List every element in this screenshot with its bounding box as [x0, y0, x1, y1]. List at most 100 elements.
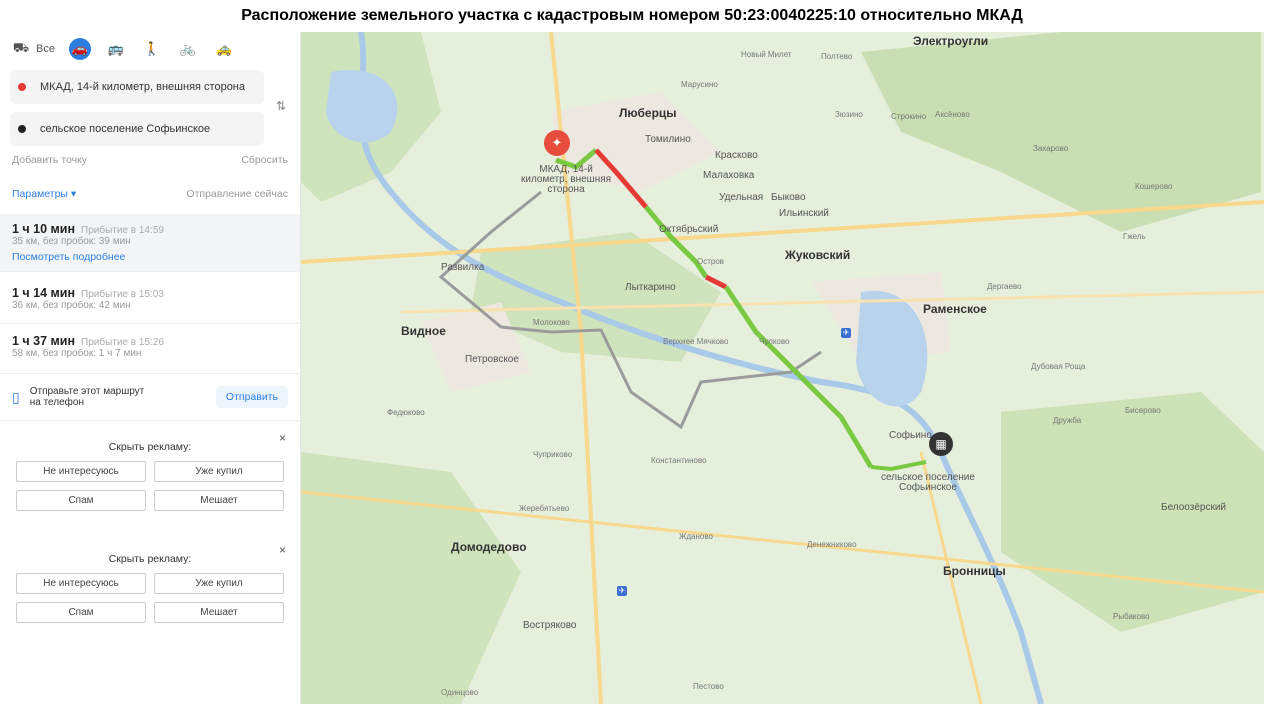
forest-area	[861, 32, 1261, 232]
map-label: Дружба	[1053, 416, 1082, 425]
ad-hide-title: Скрыть рекламу:	[108, 553, 192, 565]
route-option-2[interactable]: 1 ч 14 мин Прибытие в 15:03 36 км, без пр…	[0, 272, 300, 324]
map-label: Одинцово	[441, 688, 479, 697]
airport-icon: ✈	[841, 328, 851, 338]
map-label: Чулково	[759, 337, 790, 346]
ad-option-already-bought[interactable]: Уже купил	[154, 461, 284, 482]
map-label: Жданово	[679, 532, 713, 541]
route-time: 1 ч 37 мин	[12, 334, 76, 348]
map-canvas[interactable]: Электроугли Новый Милет Полтево Марусино…	[301, 32, 1264, 704]
mode-all-label: Все	[36, 43, 55, 55]
map-label: Октябрьский	[659, 224, 719, 235]
route-panel: ⛟ Все 🚗 🚌 🚶 🚲 🚕 МКАД, 14-й километр, внеш…	[0, 32, 301, 704]
ad-option-spam[interactable]: Спам	[16, 602, 146, 623]
ad-option-already-bought[interactable]: Уже купил	[154, 573, 284, 594]
mode-car[interactable]: 🚗	[68, 38, 91, 60]
mode-taxi[interactable]: 🚕	[213, 38, 235, 60]
mode-all[interactable]: ⛟ Все	[10, 38, 55, 60]
map-label: Томилино	[645, 134, 691, 145]
transport-modes: ⛟ Все 🚗 🚌 🚶 🚲 🚕	[0, 32, 300, 66]
map-label: Лыткарино	[625, 282, 676, 293]
map-label: Строкино	[891, 112, 927, 121]
route-details: 36 км, без пробок: 42 мин	[12, 300, 131, 311]
route-option-3[interactable]: 1 ч 37 мин Прибытие в 15:26 58 км, без пр…	[0, 324, 300, 374]
main-route-fast	[870, 460, 927, 472]
mode-walk[interactable]: 🚶	[141, 38, 163, 60]
close-icon[interactable]: ×	[279, 543, 286, 557]
ad-hide-block-1: × Скрыть рекламу: Не интересуюсь Уже куп…	[12, 431, 288, 521]
pin-b-label: сельское поселение Софьинское	[881, 473, 975, 493]
ad-option-annoying[interactable]: Мешает	[154, 602, 284, 623]
params-dropdown[interactable]: Параметры ▾	[12, 188, 76, 200]
map-label: Остров	[697, 257, 725, 266]
map-label: Гжель	[1123, 232, 1146, 241]
point-b-field[interactable]: сельское поселение Софьинское	[10, 112, 264, 146]
map-label: Чуприково	[533, 450, 573, 459]
route-more-link[interactable]: Посмотреть подробнее	[12, 251, 288, 263]
mode-bike[interactable]: 🚲	[177, 38, 199, 60]
departure-select[interactable]: Отправление сейчас	[186, 188, 288, 200]
ad-option-not-interested[interactable]: Не интересуюсь	[16, 461, 146, 482]
map-label: Востряково	[523, 620, 577, 631]
phone-icon: ▯	[12, 388, 20, 405]
page-title: Расположение земельного участка с кадаст…	[241, 7, 1023, 24]
bus-icon: 🚌	[107, 41, 125, 56]
map-label: Новый Милет	[741, 50, 792, 59]
swap-points-icon[interactable]: ⇅	[276, 99, 286, 113]
reset-link[interactable]: Сбросить	[241, 154, 288, 166]
map-label: Верхнее Мячково	[663, 337, 729, 346]
map-label: Белоозёрский	[1161, 502, 1227, 513]
route-time: 1 ч 14 мин	[12, 286, 76, 300]
forest-area	[301, 452, 521, 704]
map-label: Жуковский	[785, 248, 851, 262]
route-option-1[interactable]: 1 ч 10 мин Прибытие в 14:59 35 км, без пр…	[0, 214, 300, 272]
ad-option-spam[interactable]: Спам	[16, 490, 146, 511]
point-a-field[interactable]: МКАД, 14-й километр, внешняя сторона	[10, 70, 264, 104]
add-point-link[interactable]: Добавить точку	[12, 154, 87, 166]
route-end-pin-icon[interactable]: ▦	[929, 432, 953, 456]
route-arrival: Прибытие в 15:03	[81, 289, 164, 300]
map-label: Захарово	[1033, 144, 1069, 153]
send-button[interactable]: Отправить	[215, 386, 288, 408]
map-label: Аксёново	[935, 110, 970, 119]
ad-option-not-interested[interactable]: Не интересуюсь	[16, 573, 146, 594]
route-arrival: Прибытие в 15:26	[81, 337, 164, 348]
map-label: Раменское	[923, 302, 987, 316]
send-text-line2: на телефон	[29, 397, 84, 408]
map-label: Дубовая Роща	[1031, 362, 1086, 371]
route-details: 58 км, без пробок: 1 ч 7 мин	[12, 348, 142, 359]
send-to-phone: ▯ Отправьте этот маршрут на телефон Отпр…	[0, 374, 300, 421]
pedestrian-icon: 🚶	[143, 41, 161, 56]
map-label: Быково	[771, 192, 806, 203]
bicycle-icon: 🚲	[179, 41, 197, 56]
map-label: Кошерово	[1135, 182, 1173, 191]
map-label: Развилка	[441, 262, 485, 273]
map-label: Софьино	[889, 430, 932, 441]
ad-option-annoying[interactable]: Мешает	[154, 490, 284, 511]
map-label: Домодедово	[451, 540, 527, 554]
map-label: Жеребятьево	[519, 504, 570, 513]
map-svg	[301, 32, 1264, 704]
close-icon[interactable]: ×	[279, 431, 286, 445]
route-start-pin-icon[interactable]: ✦	[544, 130, 570, 156]
map-label: Полтево	[821, 52, 853, 61]
map-label: Денежниково	[807, 540, 857, 549]
map-label: Удельная	[719, 192, 764, 203]
mode-bus[interactable]: 🚌	[105, 38, 127, 60]
pin-b-label-line: Софьинское	[898, 482, 957, 493]
pin-a-label: МКАД, 14-й километр, внешняя сторона	[521, 165, 611, 195]
map-label: Бронницы	[943, 564, 1006, 578]
taxi-icon: 🚕	[215, 41, 233, 56]
route-details: 35 км, без пробок: 39 мин	[12, 236, 131, 247]
map-label: Петровское	[465, 354, 519, 365]
map-label: Ильинский	[779, 208, 829, 219]
pin-a-label-line: сторона	[547, 184, 585, 195]
point-a-text: МКАД, 14-й километр, внешняя сторона	[40, 81, 245, 93]
map-label: Федюково	[387, 408, 425, 417]
airport-icon: ✈	[617, 586, 627, 596]
ad-hide-title: Скрыть рекламу:	[108, 441, 192, 453]
map-label: Молоково	[533, 318, 570, 327]
map-label: Дергаево	[987, 282, 1022, 291]
map-label: Зюзино	[835, 110, 863, 119]
map-label: Рыбаково	[1113, 612, 1150, 621]
